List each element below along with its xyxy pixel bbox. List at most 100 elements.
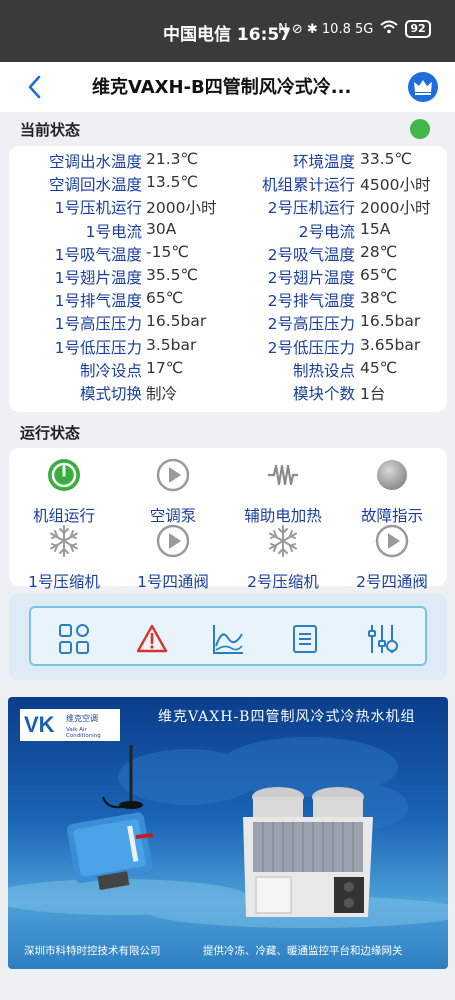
status-value-left: 30A xyxy=(146,219,177,238)
status-value-right: 38℃ xyxy=(360,289,398,308)
run-item-4way-valve-1: 1号四通阀 xyxy=(118,524,228,592)
fault-dot-icon xyxy=(377,460,407,490)
run-item-compressor-2: 2号压缩机 xyxy=(228,524,338,592)
status-value-right: 16.5bar xyxy=(360,312,421,331)
run-item-label: 机组运行 xyxy=(32,507,95,525)
play-icon xyxy=(375,524,409,558)
current-status-card: 空调出水温度 21.3℃ 环境温度 33.5℃ 空调回水温度 13.5℃ 机组累计运行 450… xyxy=(9,146,447,412)
status-label-left: 1号压机运行 xyxy=(54,199,142,218)
status-label-right: 制热设点 xyxy=(292,361,355,380)
status-value-left: 65℃ xyxy=(146,289,184,308)
snowflake-icon xyxy=(269,525,297,557)
status-value-left: 21.3℃ xyxy=(146,150,198,168)
logo-mark: VK xyxy=(24,712,55,737)
status-label-right: 环境温度 xyxy=(292,153,355,171)
crown-button[interactable] xyxy=(408,72,438,102)
chart-icon xyxy=(213,625,243,654)
run-status-heading: 运行状态 xyxy=(20,424,81,442)
status-label-right: 模块个数 xyxy=(292,385,355,403)
run-item-fault-indicator: 故障指示 xyxy=(337,458,447,526)
crown-icon xyxy=(414,80,432,95)
status-label-left: 制冷设点 xyxy=(79,361,142,380)
status-value-right: 2000小时 xyxy=(360,199,431,218)
status-row: 空调出水温度 21.3℃ 环境温度 33.5℃ xyxy=(9,150,447,173)
status-value-right: 45℃ xyxy=(360,358,398,377)
run-item-ac-pump: 空调泵 xyxy=(118,458,228,526)
run-item-label: 2号四通阀 xyxy=(356,573,428,591)
status-row: 制冷设点 17℃ 制热设点 45℃ xyxy=(9,359,447,382)
status-value-left: 17℃ xyxy=(146,358,184,377)
status-label-right: 机组累计运行 xyxy=(261,176,355,195)
status-value-left: 13.5℃ xyxy=(146,173,198,192)
status-label-left: 1号低压压力 xyxy=(54,338,142,357)
status-label-left: 1号电流 xyxy=(85,222,142,241)
status-label-right: 2号低压压力 xyxy=(267,338,355,357)
status-row: 1号压机运行 2000小时 2号压机运行 2000小时 xyxy=(9,196,447,219)
status-label-right: 2号电流 xyxy=(298,222,355,241)
banner-title: 维克VAXH-B四管制风冷式冷热水机组 xyxy=(158,709,416,725)
status-icons: N ⊘ ✱ 10.8 5G 92 xyxy=(278,20,431,38)
status-value-left: 35.5℃ xyxy=(146,266,198,284)
status-row: 1号吸气温度 -15℃ 2号吸气温度 28℃ xyxy=(9,243,447,266)
run-item-label: 辅助电加热 xyxy=(244,507,322,525)
status-label-left: 空调出水温度 xyxy=(48,153,142,171)
status-label-right: 2号吸气温度 xyxy=(267,245,355,264)
status-label-right: 2号高压压力 xyxy=(267,315,355,334)
company-name: 深圳市科特时控技术有限公司 xyxy=(24,945,161,957)
snowflake-icon xyxy=(50,525,78,557)
vaik-logo: VK 维克空调 Vaik Air Conditioning xyxy=(20,709,120,741)
heater-icon xyxy=(268,464,298,486)
run-item-label: 1号四通阀 xyxy=(137,573,209,591)
play-icon xyxy=(156,524,190,558)
status-value-left: 3.5bar xyxy=(146,335,197,354)
status-label-right: 2号压机运行 xyxy=(267,199,355,218)
logo-en-text: Vaik Air Conditioning xyxy=(66,727,101,739)
dashboard-icon xyxy=(59,624,89,654)
status-value-left: 2000小时 xyxy=(146,199,217,218)
status-label-left: 模式切换 xyxy=(79,385,142,403)
status-value-right: 4500小时 xyxy=(360,176,431,195)
status-row: 空调回水温度 13.5℃ 机组累计运行 4500小时 xyxy=(9,173,447,196)
run-item-label: 2号压缩机 xyxy=(247,573,319,591)
dashboard-button[interactable] xyxy=(57,622,91,656)
status-row: 1号电流 30A 2号电流 15A xyxy=(9,220,447,243)
company-slogan: 提供冷冻、冷藏、暖通监控平台和边缘网关 xyxy=(203,945,403,957)
status-row: 1号排气温度 65℃ 2号排气温度 38℃ xyxy=(9,289,447,312)
chart-button[interactable] xyxy=(211,622,245,656)
status-value-right: 15A xyxy=(360,219,391,238)
status-label-left: 1号翅片温度 xyxy=(54,269,142,287)
status-value-right: 1台 xyxy=(360,385,386,403)
list-button[interactable] xyxy=(288,622,322,656)
status-label-left: 1号高压压力 xyxy=(54,315,142,334)
status-label-left: 1号排气温度 xyxy=(54,292,142,311)
page-title: 维克VAXH-B四管制风冷式冷... xyxy=(92,77,352,98)
product-banner: VK 维克空调 Vaik Air Conditioning 维克VAXH-B四管… xyxy=(8,697,448,969)
wifi-icon xyxy=(380,20,399,38)
run-item-label: 空调泵 xyxy=(149,507,197,525)
status-row: 1号低压压力 3.5bar 2号低压压力 3.65bar xyxy=(9,336,447,359)
settings-button[interactable] xyxy=(365,622,399,656)
power-on-icon xyxy=(48,459,80,491)
status-value-right: 28℃ xyxy=(360,242,398,261)
status-value-right: 3.65bar xyxy=(360,335,421,354)
status-label-right: 2号排气温度 xyxy=(267,292,355,311)
online-status-indicator xyxy=(410,119,430,139)
toolbar-frame xyxy=(29,606,427,666)
status-value-left: -15℃ xyxy=(146,242,189,261)
alarm-button[interactable] xyxy=(135,622,169,656)
run-item-compressor-1: 1号压缩机 xyxy=(9,524,119,592)
back-button[interactable] xyxy=(22,72,48,102)
list-icon xyxy=(293,625,317,653)
status-label-left: 1号吸气温度 xyxy=(54,245,142,264)
status-value-left: 制冷 xyxy=(146,385,178,403)
status-value-right: 65℃ xyxy=(360,266,398,284)
run-status-card: 机组运行 空调泵 辅助电加热 故障指示 1号压缩机 1号四通阀 2号压缩机 2号… xyxy=(9,448,447,591)
settings-sliders-icon xyxy=(368,625,398,653)
function-toolbar xyxy=(9,594,447,680)
current-status-heading: 当前状态 xyxy=(20,121,81,139)
status-value-left: 16.5bar xyxy=(146,312,207,331)
run-item-aux-heater: 辅助电加热 xyxy=(228,458,338,526)
system-status-bar: 中国电信 16:57 N ⊘ ✱ 10.8 5G 92 xyxy=(0,0,455,62)
status-label-right: 2号翅片温度 xyxy=(267,269,355,287)
run-item-4way-valve-2: 2号四通阀 xyxy=(337,524,447,592)
